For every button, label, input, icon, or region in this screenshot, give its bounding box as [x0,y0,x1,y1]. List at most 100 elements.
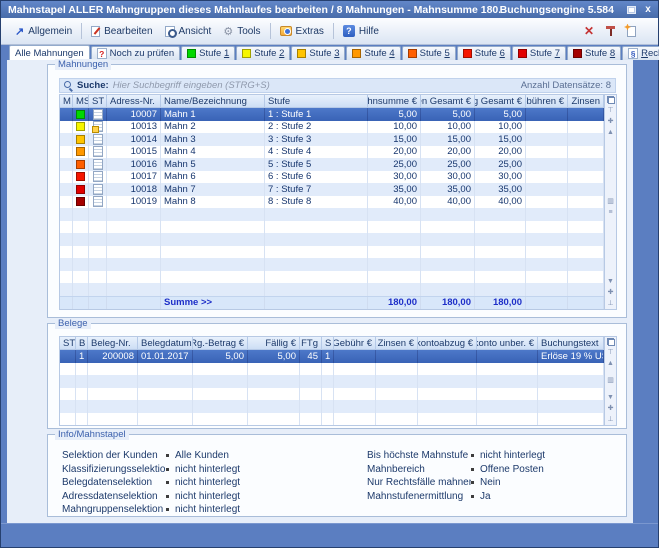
tab-stufe-8[interactable]: Stufe 8 [567,46,621,60]
col-s[interactable]: S [322,337,334,350]
jump-top-icon[interactable]: ⊤ [607,348,613,357]
col-st[interactable]: ST [89,95,107,108]
cell-m [60,283,73,296]
col-faellig[interactable]: Fällig € [248,337,300,350]
cell-st [89,146,107,159]
add-row-icon[interactable]: ✚ [608,404,614,413]
copy-icon[interactable] [607,96,615,104]
cell-offen [421,208,475,221]
menu-allgemein[interactable]: ↗ Allgemein [9,23,78,40]
cell-gebuehren [526,221,568,234]
tab-rechtsfaelle[interactable]: Rechtsfälle [622,46,659,60]
col-mahnsumme[interactable]: Mahnsumme € [368,95,421,108]
table-row[interactable]: 10017Mahn 66 : Stufe 630,0030,0030,00 [60,171,604,184]
tab-stufe-1[interactable]: Stufe 1 [181,46,235,60]
cell-gebuehren [526,258,568,271]
col-gebuehr[interactable]: Gebühr € [334,337,376,350]
move-down-icon[interactable]: ▼ [607,393,614,402]
cell-gebuehren [526,121,568,134]
col-skontoabzug[interactable]: Skontoabzug € [418,337,477,350]
cell-beleg-nr [88,413,138,426]
cell-zinsen [568,271,604,284]
columns-icon[interactable]: ▥ [607,376,614,385]
col-stufe[interactable]: Stufe [265,95,368,108]
info-label: Nur Rechtsfälle mahnen [367,477,471,488]
table-row[interactable]: 120000801.01.20175,005,00451Erlöse 19 % … [60,350,604,363]
move-up-icon[interactable]: ▲ [607,359,614,368]
col-belegdatum[interactable]: Belegdatum [138,337,193,350]
delete-icon[interactable]: ✕ [584,24,594,38]
tab-stufe-7[interactable]: Stufe 7 [512,46,566,60]
new-document-icon[interactable] [627,26,636,37]
info-panel: Info/Mahnstapel Selektion der Kunden All… [47,434,627,517]
status-chip [76,122,85,131]
tab-stufe-6[interactable]: Stufe 6 [457,46,511,60]
add-row-icon[interactable]: ✚ [608,288,614,297]
empty-cell [568,297,604,309]
columns-icon[interactable]: ▥ [607,197,614,206]
menu-hilfe[interactable]: Hilfe [337,23,385,39]
col-zinsen[interactable]: Zinsen € [376,337,418,350]
move-up-icon[interactable]: ▲ [607,128,614,137]
table-row[interactable]: 10015Mahn 44 : Stufe 420,0020,0020,00 [60,146,604,159]
table-row[interactable]: 10014Mahn 33 : Stufe 315,0015,0015,00 [60,133,604,146]
table-row[interactable]: 10019Mahn 88 : Stufe 840,0040,0040,00 [60,196,604,209]
edit-icon [91,26,100,37]
menu-ansicht[interactable]: Ansicht [159,24,218,39]
cell-mahnsumme: 15,00 [368,133,421,146]
col-skonto-unber[interactable]: Skonto unber. € [477,337,538,350]
empty-cell [73,297,89,309]
tab-stufe-4[interactable]: Stufe 4 [346,46,400,60]
col-b[interactable]: B [76,337,88,350]
move-down-icon[interactable]: ▼ [607,277,614,286]
jump-bottom-icon[interactable]: ⊥ [607,299,613,308]
cell-zinsen [568,171,604,184]
close-button[interactable]: x [641,4,655,16]
grid-nav-strip: ⊤ ✚ ▲ ▥ ≡ ▼ ✚ ⊥ [605,94,617,310]
empty-row [60,246,604,259]
search-input[interactable] [113,80,517,91]
cell-ms [73,233,89,246]
cell-stufe: 7 : Stufe 7 [265,183,368,196]
col-ms[interactable]: MS [73,95,89,108]
tab-stufe-3[interactable]: Stufe 3 [291,46,345,60]
cell-mahnsumme: 30,00 [368,171,421,184]
col-buchungstext[interactable]: Buchungstext [538,337,604,350]
table-row[interactable]: 10018Mahn 77 : Stufe 735,0035,0035,00 [60,183,604,196]
menu-bearbeiten[interactable]: Bearbeiten [85,24,158,39]
tab-stufe-5[interactable]: Stufe 5 [402,46,456,60]
cell-skonto-unber [477,388,538,401]
copy-icon[interactable] [607,338,615,346]
info-label: Mahngruppenselektion [62,504,166,515]
col-beleg-nr[interactable]: Beleg-Nr. [88,337,138,350]
jump-bottom-icon[interactable]: ⊥ [607,415,613,424]
list-icon[interactable]: ≡ [608,208,612,217]
pin-icon[interactable] [606,26,615,37]
add-row-icon[interactable]: ✚ [608,117,614,126]
engine-version-label: Buchungsengine 5.584 [500,4,614,16]
menu-tools[interactable]: ⚙ Tools [217,23,266,40]
tab-noch-zu-pruefen[interactable]: Noch zu prüfen [91,46,180,60]
status-chip [76,135,85,144]
table-row[interactable]: 10007Mahn 11 : Stufe 15,005,005,00 [60,108,604,121]
col-ftg[interactable]: FTg [300,337,322,350]
jump-top-icon[interactable]: ⊤ [607,106,613,115]
col-m[interactable]: M [60,95,73,108]
table-row[interactable]: 10016Mahn 55 : Stufe 525,0025,0025,00 [60,158,604,171]
tab-stufe-2[interactable]: Stufe 2 [236,46,290,60]
col-zinsen[interactable]: Zinsen [568,95,604,108]
cell-ms [73,108,89,121]
menu-extras[interactable]: Extras [274,24,330,39]
col-adress[interactable]: Adress-Nr. [107,95,161,108]
restore-button[interactable] [624,4,638,16]
col-rg-betrag[interactable]: Rg.-Betrag € [193,337,248,350]
tab-alle-mahnungen[interactable]: Alle Mahnungen [9,45,90,60]
col-faellig[interactable]: Fällig Gesamt € [475,95,526,108]
col-name[interactable]: Name/Bezeichnung [161,95,265,108]
col-offen[interactable]: Offen Gesamt € [421,95,475,108]
col-st[interactable]: ST [60,337,76,350]
cell-faellig: 20,00 [475,146,526,159]
col-gebuehren[interactable]: Gebühren € [526,95,568,108]
table-row[interactable]: 10013Mahn 22 : Stufe 210,0010,0010,00 [60,121,604,134]
cell-stufe [265,233,368,246]
